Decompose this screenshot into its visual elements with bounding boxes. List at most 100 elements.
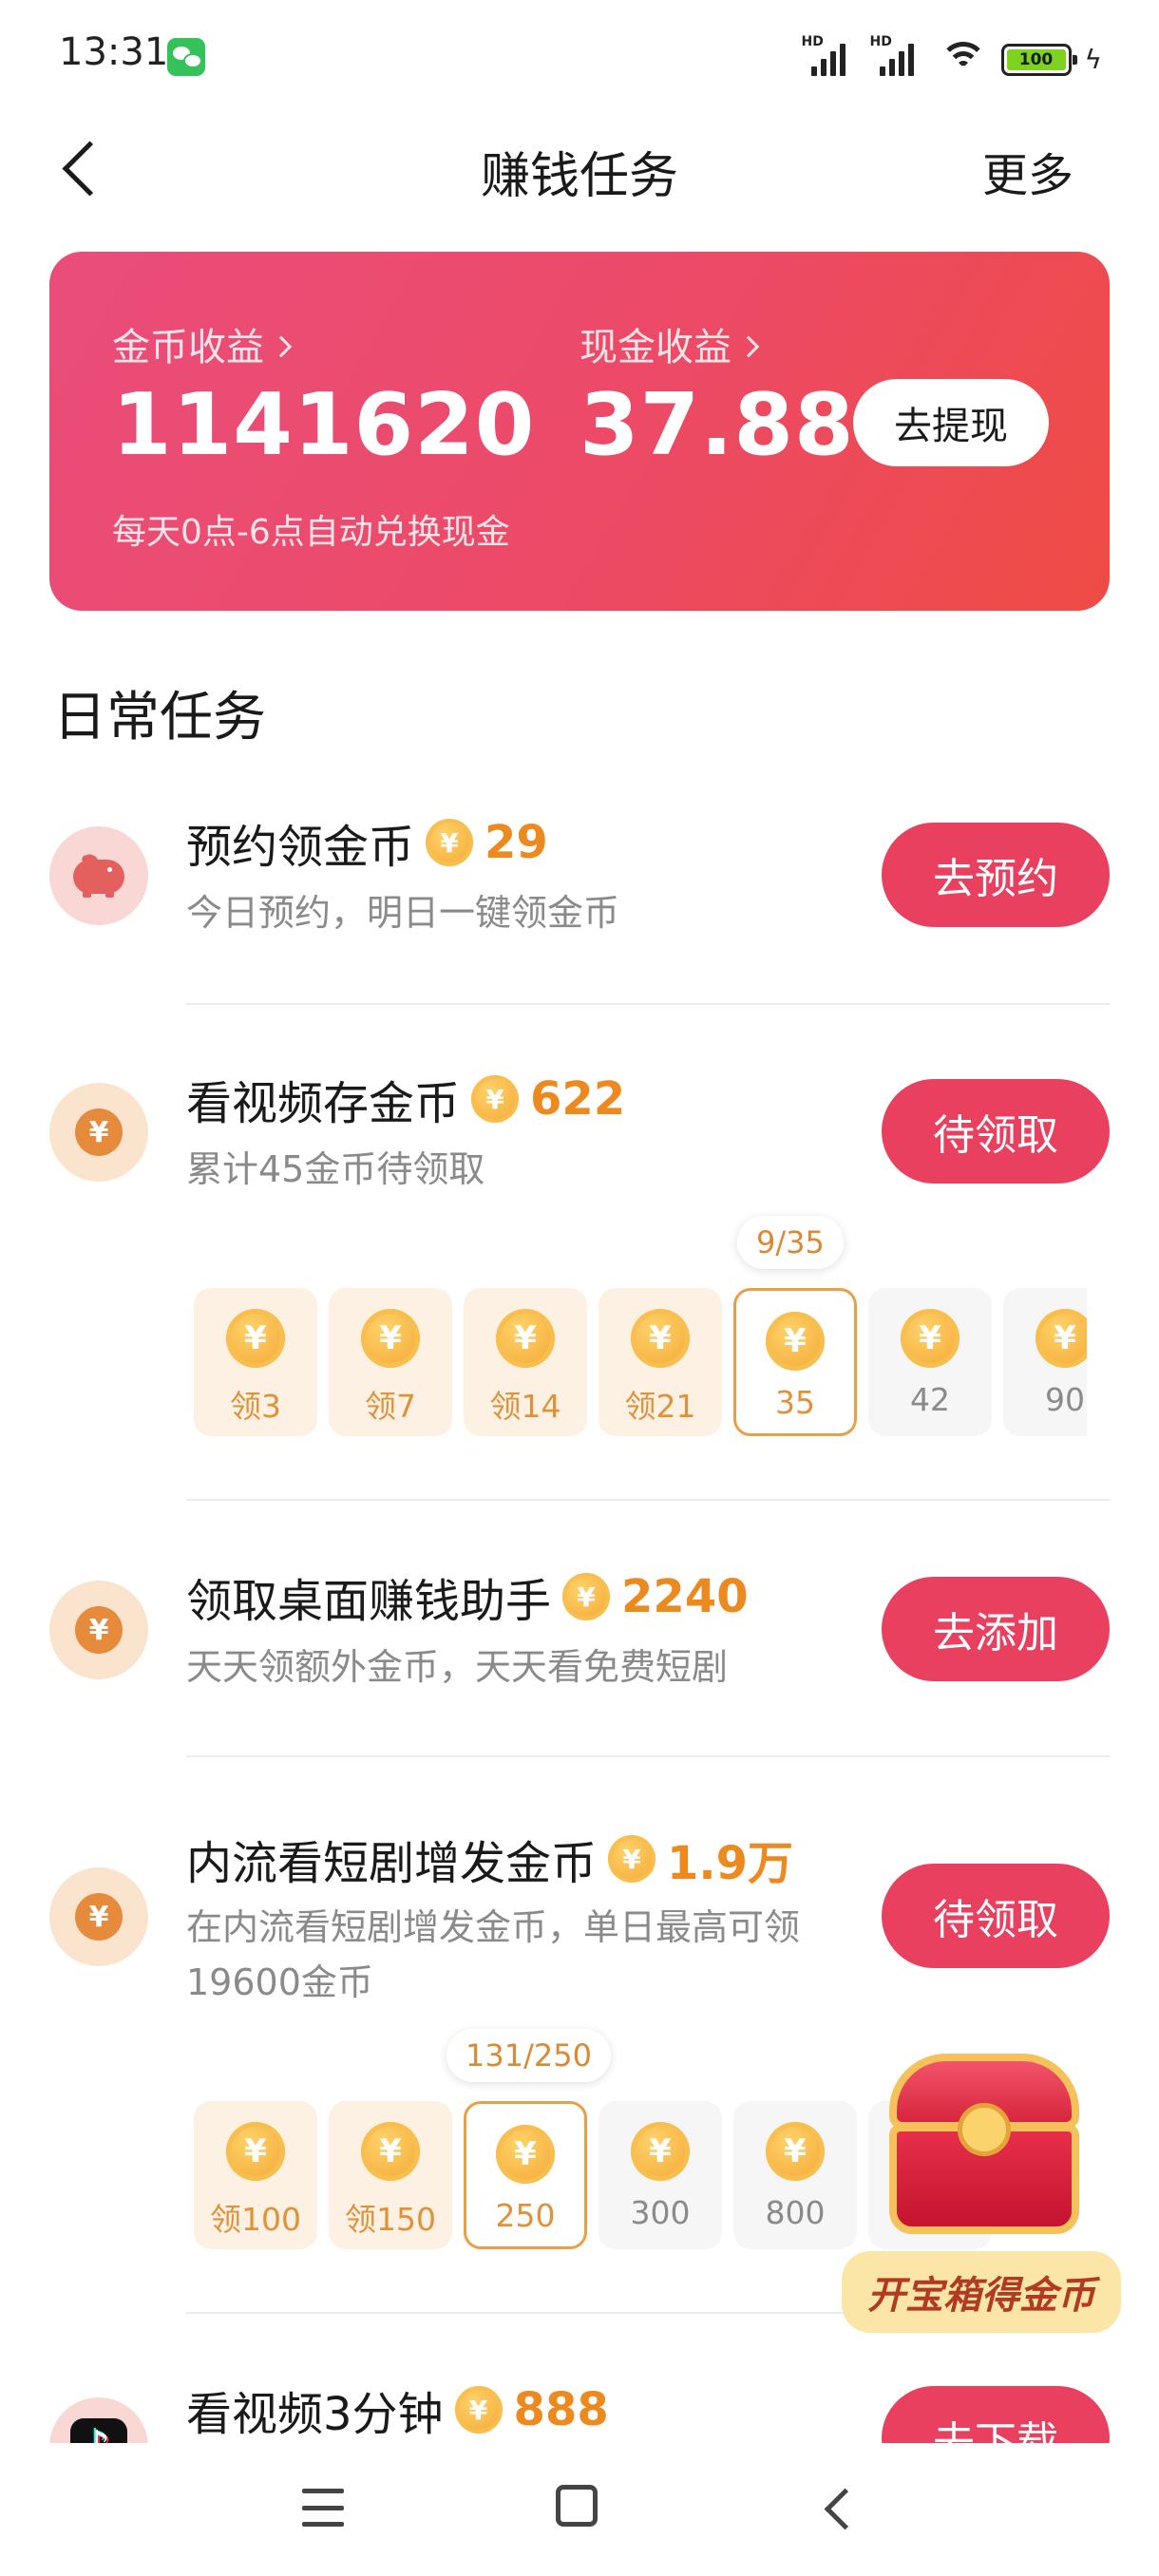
task-reward: 2240 (621, 1570, 749, 1623)
coin-icon: ¥ (426, 819, 474, 866)
coins-value: 1141620 (112, 375, 536, 475)
task-title-row: 内流看短剧增发金币 ¥ 1.9万 (186, 1826, 793, 1892)
cash-value: 37.88 (580, 375, 855, 475)
milestone-label: 800 (765, 2194, 826, 2231)
milestone-label: 领3 (230, 1388, 281, 1425)
task-reward: 622 (530, 1072, 626, 1126)
chevron-right-icon (737, 335, 760, 358)
coin-icon: ¥ (766, 1312, 825, 1371)
task-desc: 在内流看短剧增发金币，单日最高可领19600金币 (186, 1906, 801, 2003)
status-time: 13:31 (59, 30, 169, 74)
coin-icon: ¥ (608, 1835, 656, 1883)
coin-icon: ¥ (361, 1309, 420, 1368)
task-desc: 今日预约，明日一键领金币 (186, 892, 620, 934)
task-title-row: 看视频3分钟 ¥ 888 (186, 2377, 609, 2443)
milestone-item[interactable]: ¥90 (1003, 1288, 1087, 1436)
yen-coin-icon: ¥ (49, 1083, 148, 1182)
progress-tooltip: 131/250 (446, 2029, 611, 2082)
reserve-button[interactable]: 去预约 (882, 823, 1110, 927)
task-title-row: 预约领金币 ¥ 29 (186, 809, 548, 876)
coin-icon: ¥ (766, 2122, 825, 2181)
divider (186, 1755, 1110, 1757)
milestone-label: 领21 (624, 1388, 696, 1425)
milestone-label: 42 (910, 1381, 950, 1418)
signal-icon: HD (802, 34, 857, 76)
wechat-icon (167, 38, 205, 76)
coin-icon: ¥ (631, 2122, 690, 2181)
milestone-item-current[interactable]: ¥35 (733, 1288, 857, 1436)
section-title: 日常任务 (53, 687, 266, 748)
milestone-item[interactable]: ¥ 领100 (194, 2101, 317, 2249)
charging-icon: ϟ (1084, 44, 1102, 75)
back-icon[interactable] (819, 2489, 857, 2527)
coin-icon: ¥ (361, 2122, 420, 2181)
claim-button[interactable]: 待领取 (882, 1864, 1110, 1968)
milestone-label: 领7 (365, 1388, 416, 1425)
task-title-row: 看视频存金币 ¥ 622 (186, 1066, 625, 1132)
more-button[interactable]: 更多 (982, 138, 1074, 204)
coin-icon: ¥ (471, 1075, 520, 1123)
coin-icon: ¥ (454, 2386, 503, 2434)
withdraw-button[interactable]: 去提现 (853, 379, 1049, 466)
milestone-item[interactable]: ¥ 领14 (464, 1288, 587, 1436)
cash-label-link[interactable]: 现金收益 (580, 316, 760, 371)
coin-icon: ¥ (496, 2125, 555, 2184)
milestone-item[interactable]: ¥ 领21 (598, 1288, 722, 1436)
home-icon[interactable] (556, 2485, 598, 2527)
milestone-item-current[interactable]: ¥250 (464, 2101, 587, 2249)
chevron-right-icon (270, 335, 293, 358)
earnings-card: 金币收益 1141620 现金收益 37.88 去提现 每天0点-6点自动兑换现… (49, 252, 1110, 611)
coin-icon: ¥ (901, 1309, 960, 1368)
menu-icon[interactable] (302, 2489, 344, 2527)
milestone-item[interactable]: ¥42 (868, 1288, 992, 1436)
milestone-label: 35 (775, 1384, 815, 1421)
milestone-item[interactable]: ¥ 领150 (329, 2101, 452, 2249)
yen-coin-icon: ¥ (49, 1867, 148, 1966)
task-title: 预约领金币 (186, 821, 415, 874)
task-title: 内流看短剧增发金币 (186, 1837, 598, 1890)
milestone-row: ¥ 领3 ¥ 领7 ¥ 领14 ¥ 领21 ¥35 ¥42 ¥90 (194, 1280, 1087, 1438)
progress-tooltip: 9/35 (737, 1216, 844, 1269)
task-title-row: 领取桌面赚钱助手 ¥ 2240 (186, 1563, 749, 1630)
coins-label-link[interactable]: 金币收益 (112, 316, 293, 371)
header: 赚钱任务 更多 (0, 109, 1159, 223)
task-reward: 1.9万 (667, 1837, 794, 1890)
task-title: 看视频3分钟 (186, 2388, 444, 2441)
add-button[interactable]: 去添加 (882, 1577, 1110, 1681)
battery-level: 100 (1006, 49, 1066, 70)
milestone-item[interactable]: ¥300 (598, 2101, 722, 2249)
status-bar: 13:31 HD HD 100 ϟ (0, 0, 1159, 109)
milestone-label: 领150 (345, 2201, 436, 2238)
milestone-item[interactable]: ¥800 (733, 2101, 857, 2249)
milestone-label: 领100 (210, 2201, 301, 2238)
milestone-label: 250 (495, 2197, 556, 2234)
coin-icon: ¥ (226, 1309, 285, 1368)
treasure-chest-icon[interactable] (878, 2042, 1096, 2261)
milestone-item[interactable]: ¥ 领3 (194, 1288, 317, 1436)
task-title: 领取桌面赚钱助手 (186, 1575, 552, 1628)
divider (186, 1003, 1110, 1005)
coin-icon: ¥ (226, 2122, 285, 2181)
cash-label: 现金收益 (580, 326, 732, 369)
divider (186, 1499, 1110, 1501)
task-desc: 天天领额外金币，天天看免费短剧 (186, 1646, 729, 1688)
milestone-label: 领14 (489, 1388, 561, 1425)
wifi-icon (939, 38, 988, 76)
status-icons: HD HD 100 ϟ (802, 34, 1102, 76)
milestone-item[interactable]: ¥ 领7 (329, 1288, 452, 1436)
task-title: 看视频存金币 (186, 1077, 461, 1130)
task-reward: 888 (513, 2383, 609, 2436)
task-desc: 累计45金币待领取 (186, 1148, 485, 1190)
milestone-label: 90 (1045, 1381, 1085, 1418)
coin-icon: ¥ (631, 1309, 690, 1368)
yen-coin-icon: ¥ (49, 1581, 148, 1679)
chest-label[interactable]: 开宝箱得金币 (842, 2251, 1121, 2333)
task-reward: 29 (484, 816, 548, 869)
signal-icon: HD (870, 34, 925, 76)
claim-button[interactable]: 待领取 (882, 1079, 1110, 1184)
coin-icon: ¥ (1036, 1309, 1087, 1368)
coins-label: 金币收益 (112, 326, 264, 369)
battery-icon: 100 (1000, 44, 1077, 76)
system-nav-bar (0, 2443, 1159, 2576)
exchange-note: 每天0点-6点自动兑换现金 (112, 513, 510, 552)
